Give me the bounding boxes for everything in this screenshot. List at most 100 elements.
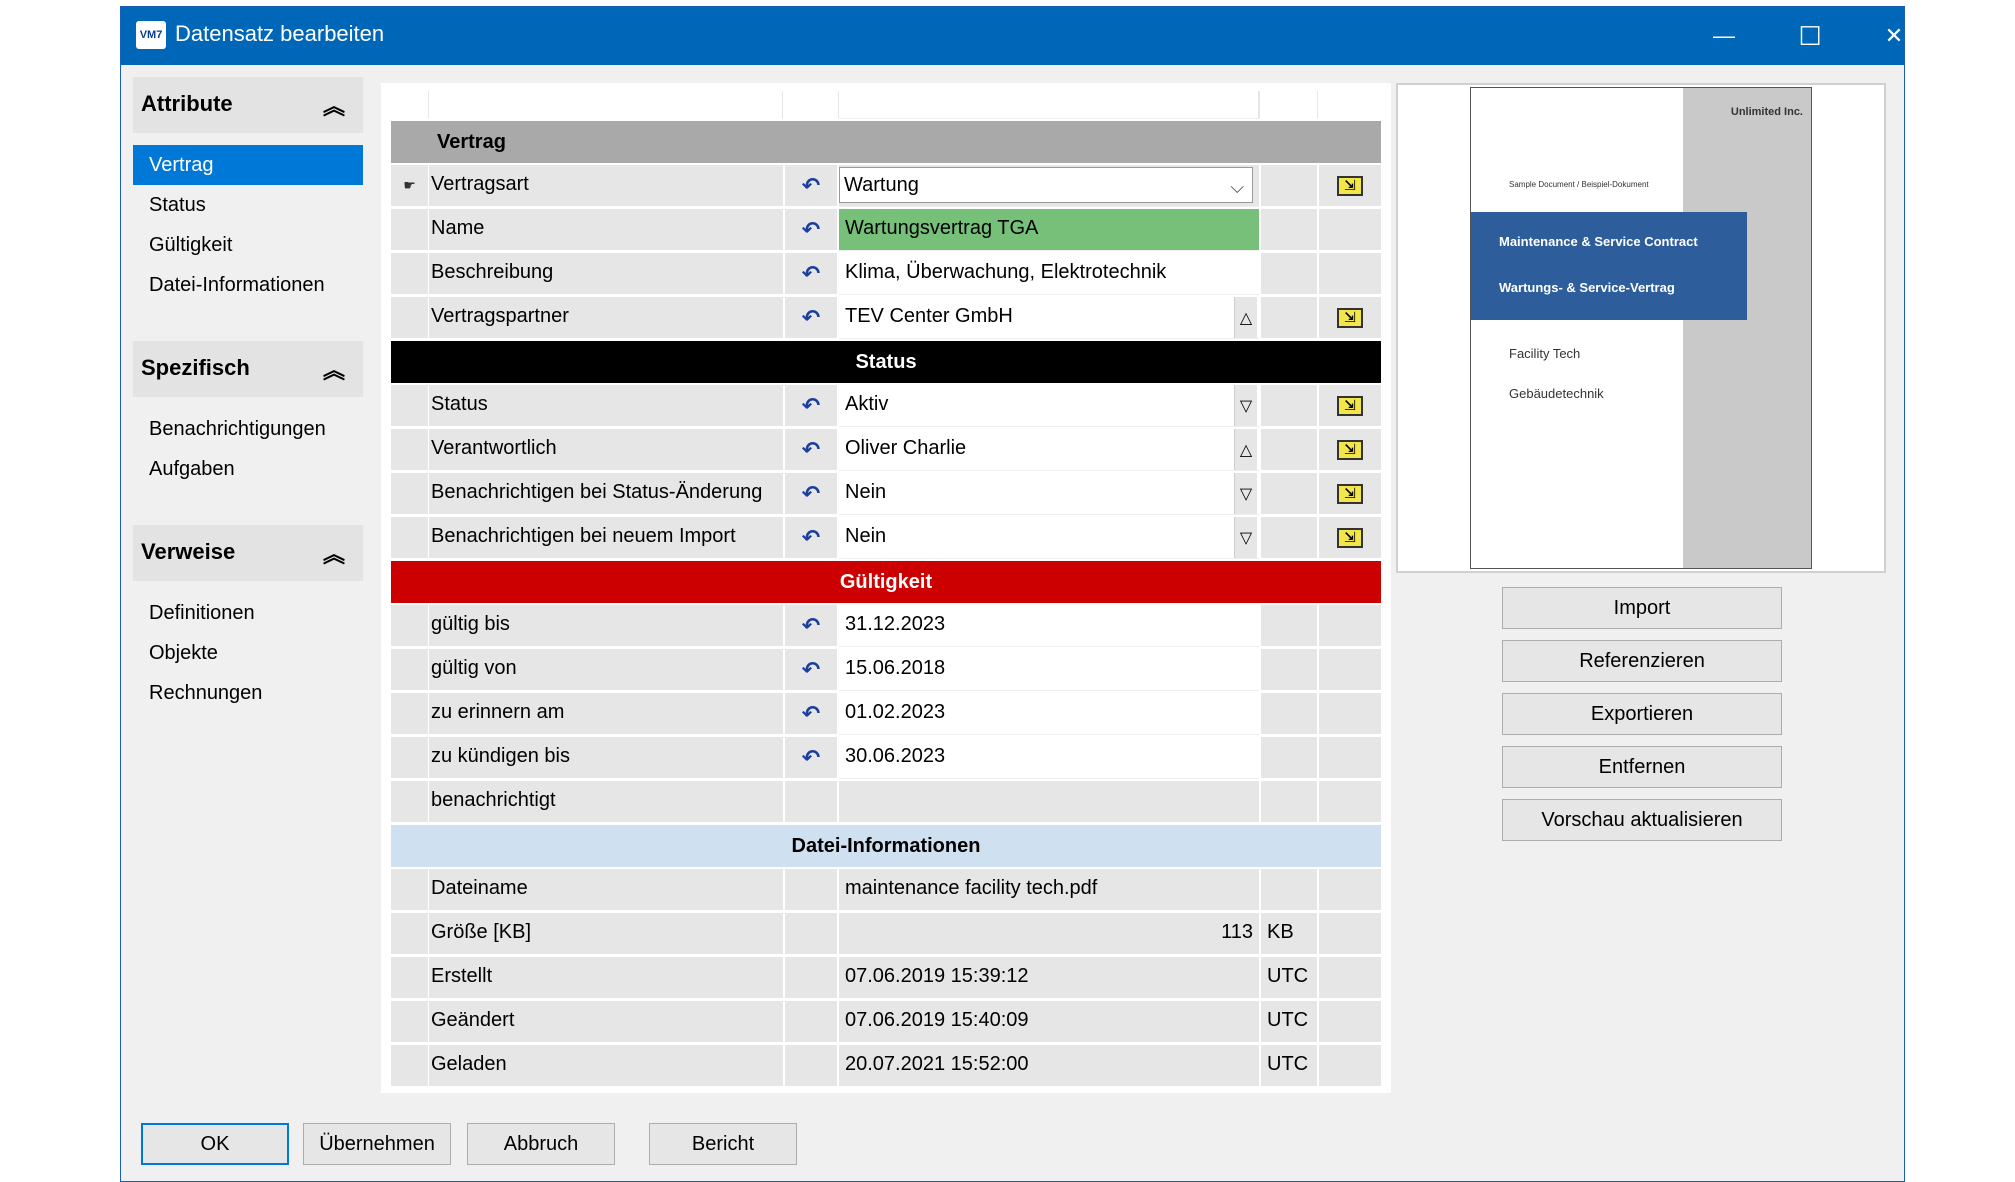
- sidebar-item-status[interactable]: Status: [133, 185, 363, 225]
- undo-arrow-icon[interactable]: ↶: [783, 429, 839, 471]
- extra-cell: [1259, 429, 1317, 471]
- extra-cell: [1259, 473, 1317, 515]
- double-chevron-up-icon[interactable]: ︽: [323, 537, 345, 569]
- row-indicator: [391, 473, 429, 515]
- exportieren-button[interactable]: Exportieren: [1502, 693, 1782, 735]
- triangle-up-icon[interactable]: △: [1234, 297, 1257, 338]
- action-cell: [1317, 605, 1381, 647]
- undo-arrow-icon[interactable]: ↶: [783, 605, 839, 647]
- kuendigen-field[interactable]: 30.06.2023: [839, 737, 1259, 779]
- link-button[interactable]: ⇲: [1317, 385, 1381, 427]
- benachrichtigen-import-field[interactable]: Nein ▽: [839, 517, 1259, 559]
- field-label: Vertragspartner: [429, 297, 783, 339]
- field-label: Status: [429, 385, 783, 427]
- sidebar-header-spezifisch[interactable]: Spezifisch ︽: [133, 341, 363, 397]
- link-button[interactable]: ⇲: [1317, 297, 1381, 339]
- entfernen-button[interactable]: Entfernen: [1502, 746, 1782, 788]
- undo-arrow-icon[interactable]: ↶: [783, 693, 839, 735]
- extra-cell: [1259, 209, 1317, 251]
- action-cell: [1317, 1045, 1381, 1087]
- undo-arrow-icon[interactable]: ↶: [783, 253, 839, 295]
- unit-label: KB: [1259, 913, 1317, 955]
- sidebar-item-benachrichtigungen[interactable]: Benachrichtigungen: [133, 409, 363, 449]
- gueltig-von-field[interactable]: 15.06.2018: [839, 649, 1259, 691]
- sidebar-header-verweise[interactable]: Verweise ︽: [133, 525, 363, 581]
- triangle-down-icon[interactable]: ▽: [1234, 385, 1257, 426]
- sidebar-item-datei-informationen[interactable]: Datei-Informationen: [133, 265, 363, 305]
- yellow-link-icon[interactable]: ⇲: [1337, 307, 1363, 328]
- link-button[interactable]: ⇲: [1317, 473, 1381, 515]
- uebernehmen-button[interactable]: Übernehmen: [303, 1123, 451, 1165]
- action-cell: [1317, 253, 1381, 295]
- sidebar-item-rechnungen[interactable]: Rechnungen: [133, 673, 363, 713]
- bericht-button[interactable]: Bericht: [649, 1123, 797, 1165]
- verantwortlich-field[interactable]: Oliver Charlie △: [839, 429, 1259, 471]
- field-label: Größe [KB]: [429, 913, 783, 955]
- vertragsart-dropdown[interactable]: Wartung ⌵: [839, 165, 1259, 207]
- sidebar-item-aufgaben[interactable]: Aufgaben: [133, 449, 363, 489]
- sidebar-section-attribute: Attribute ︽ Vertrag Status Gültigkeit Da…: [133, 77, 363, 305]
- field-label: Geändert: [429, 1001, 783, 1043]
- link-button[interactable]: ⇲: [1317, 517, 1381, 559]
- vertragspartner-field[interactable]: TEV Center GmbH △: [839, 297, 1259, 339]
- abbruch-button[interactable]: Abbruch: [467, 1123, 615, 1165]
- gueltig-bis-field[interactable]: 31.12.2023: [839, 605, 1259, 647]
- undo-arrow-icon[interactable]: ↶: [783, 473, 839, 515]
- import-button[interactable]: Import: [1502, 587, 1782, 629]
- row-benachrichtigen-import: Benachrichtigen bei neuem Import ↶ Nein ▽…: [391, 517, 1381, 559]
- row-geladen: Geladen 20.07.2021 15:52:00 UTC: [391, 1045, 1381, 1087]
- yellow-link-icon[interactable]: ⇲: [1337, 527, 1363, 548]
- referenzieren-button[interactable]: Referenzieren: [1502, 640, 1782, 682]
- undo-arrow-icon[interactable]: ↶: [783, 517, 839, 559]
- action-cell: [1317, 693, 1381, 735]
- row-erstellt: Erstellt 07.06.2019 15:39:12 UTC: [391, 957, 1381, 999]
- name-field[interactable]: Wartungsvertrag TGA: [839, 209, 1259, 251]
- link-button[interactable]: ⇲: [1317, 165, 1381, 207]
- vorschau-aktualisieren-button[interactable]: Vorschau aktualisieren: [1502, 799, 1782, 841]
- sidebar-header-attribute[interactable]: Attribute ︽: [133, 77, 363, 133]
- row-groesse: Größe [KB] 113 KB: [391, 913, 1381, 955]
- yellow-link-icon[interactable]: ⇲: [1337, 483, 1363, 504]
- minimize-button[interactable]: —: [1681, 7, 1767, 65]
- yellow-link-icon[interactable]: ⇲: [1337, 439, 1363, 460]
- sidebar-item-objekte[interactable]: Objekte: [133, 633, 363, 673]
- action-cell: [1317, 781, 1381, 823]
- window-title: Datensatz bearbeiten: [175, 21, 385, 46]
- yellow-link-icon[interactable]: ⇲: [1337, 395, 1363, 416]
- extra-cell: [1259, 693, 1317, 735]
- row-indicator: [391, 737, 429, 779]
- row-indicator: [391, 1045, 429, 1087]
- page-stripe: [1683, 88, 1811, 568]
- beschreibung-field[interactable]: Klima, Überwachung, Elektrotechnik: [839, 253, 1259, 295]
- undo-arrow-icon[interactable]: ↶: [783, 737, 839, 779]
- undo-arrow-icon[interactable]: ↶: [783, 165, 839, 207]
- double-chevron-up-icon[interactable]: ︽: [323, 353, 345, 385]
- title-bar: VM7 Datensatz bearbeiten — ☐ ✕: [121, 7, 1904, 65]
- action-cell: [1317, 913, 1381, 955]
- maximize-button[interactable]: ☐: [1767, 7, 1853, 65]
- sidebar-item-vertrag[interactable]: Vertrag: [133, 145, 363, 185]
- undo-arrow-icon[interactable]: ↶: [783, 385, 839, 427]
- action-cell: [1317, 737, 1381, 779]
- triangle-down-icon[interactable]: ▽: [1234, 473, 1257, 514]
- row-indicator: [391, 957, 429, 999]
- triangle-down-icon[interactable]: ▽: [1234, 517, 1257, 558]
- yellow-link-icon[interactable]: ⇲: [1337, 175, 1363, 196]
- double-chevron-up-icon[interactable]: ︽: [323, 89, 345, 121]
- erinnern-field[interactable]: 01.02.2023: [839, 693, 1259, 735]
- reset-cell: [783, 913, 839, 955]
- status-field[interactable]: Aktiv ▽: [839, 385, 1259, 427]
- chevron-down-icon[interactable]: ⌵: [1230, 177, 1244, 198]
- undo-arrow-icon[interactable]: ↶: [783, 649, 839, 691]
- sidebar-item-gueltigkeit[interactable]: Gültigkeit: [133, 225, 363, 265]
- link-button[interactable]: ⇲: [1317, 429, 1381, 471]
- undo-arrow-icon[interactable]: ↶: [783, 297, 839, 339]
- benachrichtigen-status-field[interactable]: Nein ▽: [839, 473, 1259, 515]
- triangle-up-icon[interactable]: △: [1234, 429, 1257, 470]
- close-button[interactable]: ✕: [1851, 7, 1937, 65]
- sidebar-item-definitionen[interactable]: Definitionen: [133, 593, 363, 633]
- undo-arrow-icon[interactable]: ↶: [783, 209, 839, 251]
- field-label: Vertragsart: [429, 165, 783, 207]
- ok-button[interactable]: OK: [141, 1123, 289, 1165]
- dateiname-value: maintenance facility tech.pdf: [839, 869, 1259, 911]
